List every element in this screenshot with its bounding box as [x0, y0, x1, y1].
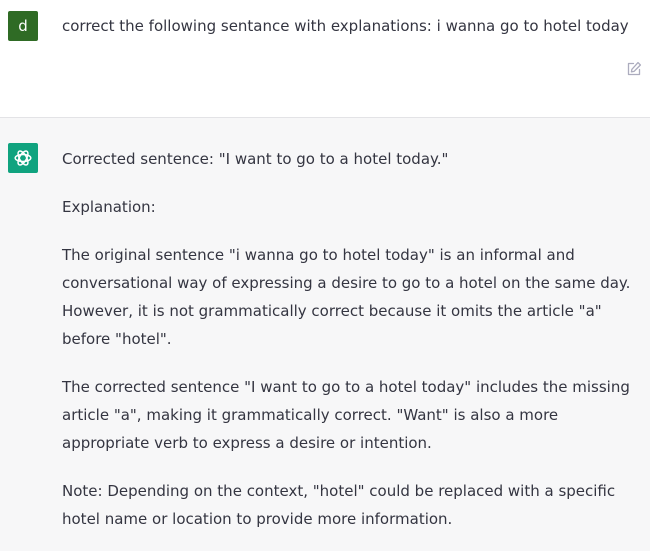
response-paragraph-original: The original sentence "i wanna go to hot… — [62, 246, 631, 348]
response-explanation-heading: Explanation: — [62, 198, 156, 216]
response-corrected-sentence: Corrected sentence: "I want to go to a h… — [62, 150, 449, 168]
assistant-message-row: Corrected sentence: "I want to go to a h… — [0, 118, 650, 551]
edit-icon[interactable] — [626, 61, 642, 77]
user-message-row: d correct the following sentance with ex… — [0, 0, 650, 118]
user-avatar: d — [8, 11, 38, 41]
assistant-response: Corrected sentence: "I want to go to a h… — [62, 145, 647, 553]
openai-logo-icon — [14, 150, 32, 166]
response-paragraph-note: Note: Depending on the context, "hotel" … — [62, 482, 616, 528]
assistant-avatar — [8, 143, 38, 173]
response-paragraph-corrected: The corrected sentence "I want to go to … — [62, 378, 630, 452]
user-message-text: correct the following sentance with expl… — [62, 17, 629, 35]
